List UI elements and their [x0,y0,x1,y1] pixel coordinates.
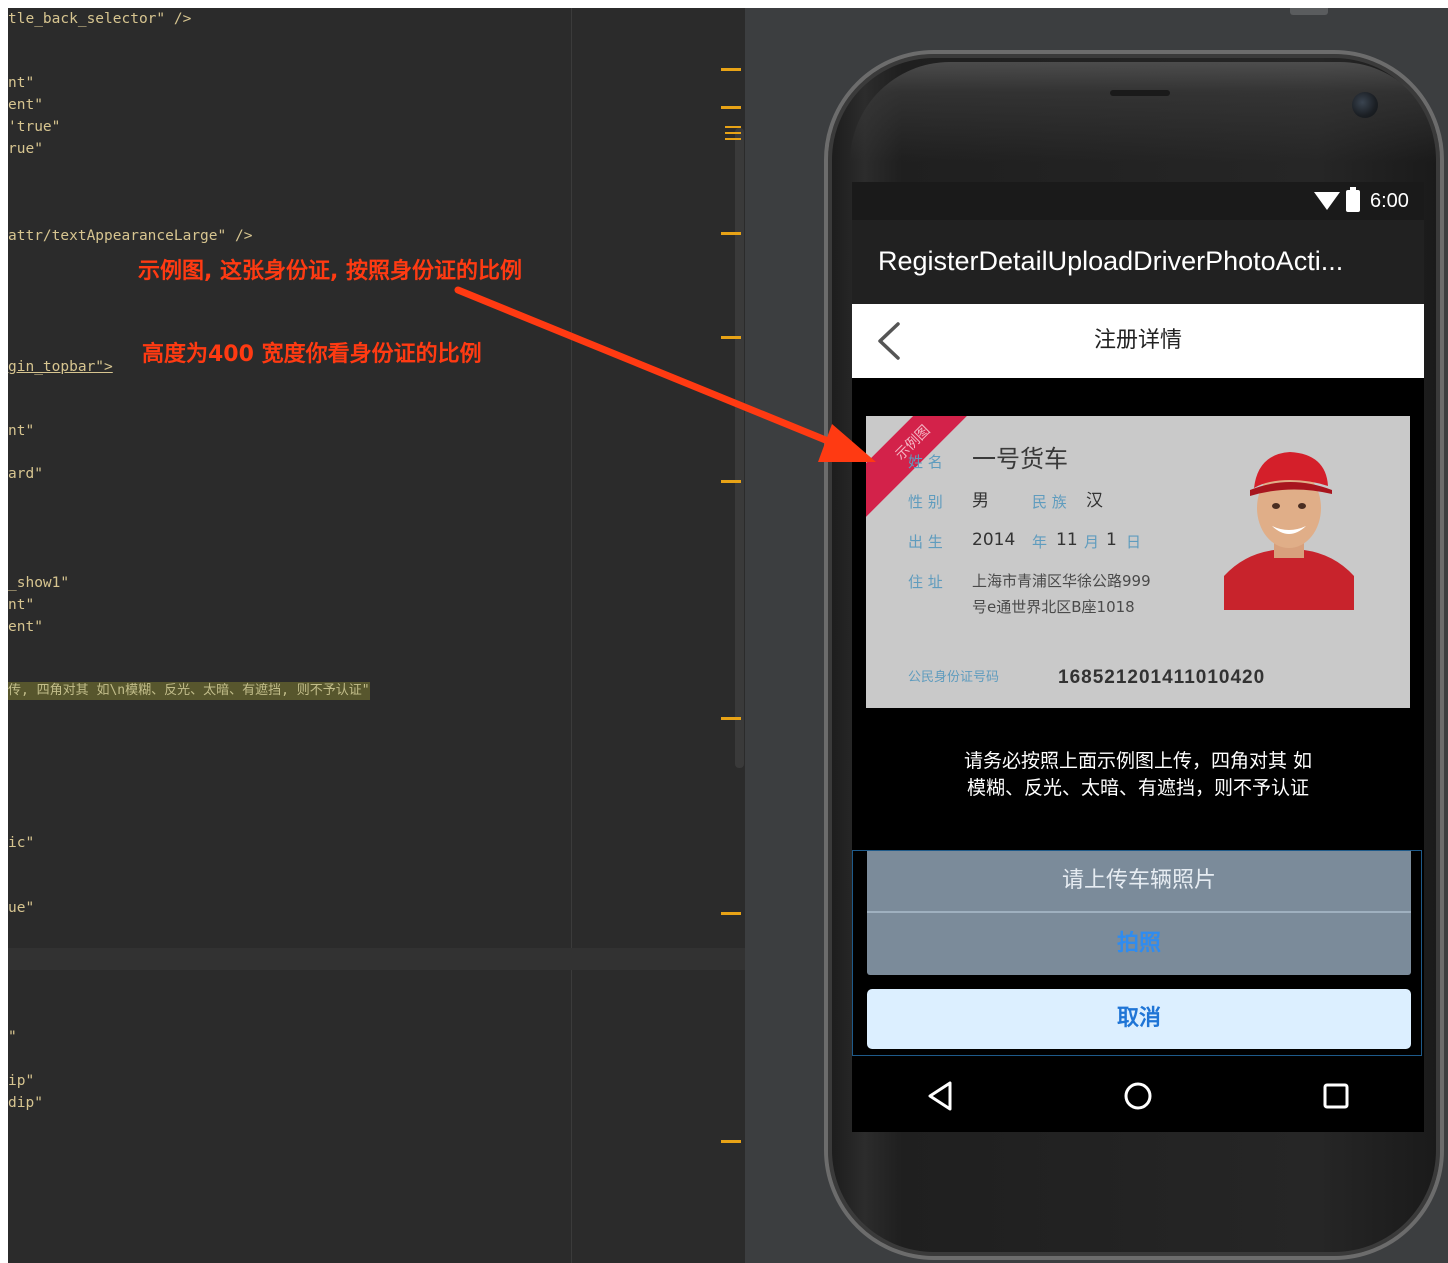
code-line[interactable]: rue" [8,140,43,158]
upload-instruction-line: 模糊、反光、太暗、有遮挡，则不予认证 [966,777,1309,799]
error-stripe-marker[interactable] [725,126,741,128]
code-line[interactable]: tle_back_selector" /> [8,10,191,28]
page-title: 注册详情 [1093,328,1182,353]
topbar: 注册详情 [852,304,1424,378]
id-gender-label: 性 别 [908,493,943,511]
id-birth-year: 2014 [972,530,1016,550]
phone-screen: 6:00 RegisterDetailUploadDriverPhotoActi… [852,182,1424,1132]
id-birth-year-unit: 年 [1032,533,1048,551]
code-line[interactable]: nt" [8,596,34,614]
error-stripe-marker[interactable] [721,1140,741,1143]
front-camera [1352,92,1378,118]
photo-picker-title: 请上传车辆照片 [1061,868,1216,893]
id-ethnic-value: 汉 [1086,491,1103,511]
code-line[interactable]: nt" [8,74,34,92]
status-time: 6:00 [1370,190,1409,212]
nav-back-icon[interactable] [924,1078,960,1114]
annotation-height-400: 高度为400 宽度你看身份证的比例 [142,342,482,367]
id-ethnic-label: 民 族 [1032,493,1067,511]
code-editor[interactable]: tle_back_selector" /> nt" ent" 'true" ru… [8,8,745,1263]
error-stripe-marker[interactable] [725,132,741,134]
nav-home-icon[interactable] [1120,1078,1156,1114]
id-birth-month-unit: 月 [1084,533,1100,551]
id-birth-day-unit: 日 [1126,533,1142,551]
code-line[interactable]: dip" [8,1094,43,1112]
id-birth-month: 11 [1056,530,1078,550]
id-number-label: 公民身份证号码 [908,670,1000,685]
battery-icon [1346,187,1360,212]
error-stripe-marker[interactable] [721,480,741,483]
error-stripe-marker[interactable] [721,336,741,339]
error-stripe-marker[interactable] [721,912,741,915]
code-line[interactable]: 'true" [8,118,60,136]
error-stripe-marker[interactable] [721,717,741,720]
emulator-handle[interactable] [1290,8,1328,15]
upload-instruction-line: 请务必按照上面示例图上传，四角对其 如 [963,750,1313,772]
right-margin-guide [571,8,572,1263]
code-line[interactable]: ent" [8,96,43,114]
photo-picker-options: 请上传车辆照片 拍照 [867,851,1411,975]
code-line[interactable]: ent" [8,618,43,636]
action-bar: RegisterDetailUploadDriverPhotoActi... [852,220,1424,304]
id-portrait-photo [1224,446,1354,610]
id-card-sample-image[interactable]: 示例图 姓 名 一号货车 性 别 男 民 族 汉 出 生 2014 年 11 月… [866,416,1410,708]
id-address-line1: 上海市青浦区华徐公路999 [972,572,1151,590]
id-birth-day: 1 [1106,530,1117,550]
annotation-sample-image: 示例图, 这张身份证, 按照身份证的比例 [138,259,523,284]
code-line[interactable]: _show1" [8,574,69,592]
code-line[interactable]: ue" [8,899,34,917]
id-address-line2: 号e通世界北区B座1018 [972,598,1135,616]
code-line[interactable]: ic" [8,834,34,852]
nav-recents-icon[interactable] [1318,1078,1354,1114]
id-address-label: 住 址 [908,573,943,591]
error-stripe-marker[interactable] [721,68,741,71]
code-line[interactable]: nt" [8,422,34,440]
code-line-topbar-ref[interactable]: gin_topbar"> [8,358,113,376]
current-line-highlight [8,948,745,970]
id-number-value: 168521201411010420 [1058,667,1266,688]
photo-picker-sheet: 请上传车辆照片 拍照 取消 [852,850,1422,1056]
editor-scrollbar[interactable] [735,128,744,768]
error-stripe-marker[interactable] [725,138,741,140]
phone-speaker [1110,90,1170,96]
id-gender-value: 男 [972,491,989,511]
phone-gloss [850,62,1440,162]
code-line[interactable]: attr/textAppearanceLarge" /> [8,227,252,245]
error-stripe-marker[interactable] [721,232,741,235]
take-photo-button[interactable]: 拍照 [867,913,1411,975]
wifi-icon [1314,192,1340,210]
code-line[interactable]: ard" [8,465,43,483]
upload-instruction: 请务必按照上面示例图上传，四角对其 如 模糊、反光、太暗、有遮挡，则不予认证 [852,748,1424,802]
id-birth-label: 出 生 [908,533,943,551]
cancel-button[interactable]: 取消 [867,989,1411,1049]
code-line-highlighted-string[interactable]: 传, 四角对其 如\n模糊、反光、太暗、有遮挡, 则不予认证" [8,682,370,700]
status-bar: 6:00 [852,182,1424,220]
navigation-bar [852,1060,1424,1132]
code-line[interactable]: " [8,1028,17,1046]
code-line[interactable]: ip" [8,1072,34,1090]
activity-title: RegisterDetailUploadDriverPhotoActi... [878,246,1344,276]
id-name-label: 姓 名 [908,453,943,471]
id-name-value: 一号货车 [972,445,1068,473]
error-stripe-marker[interactable] [721,106,741,109]
